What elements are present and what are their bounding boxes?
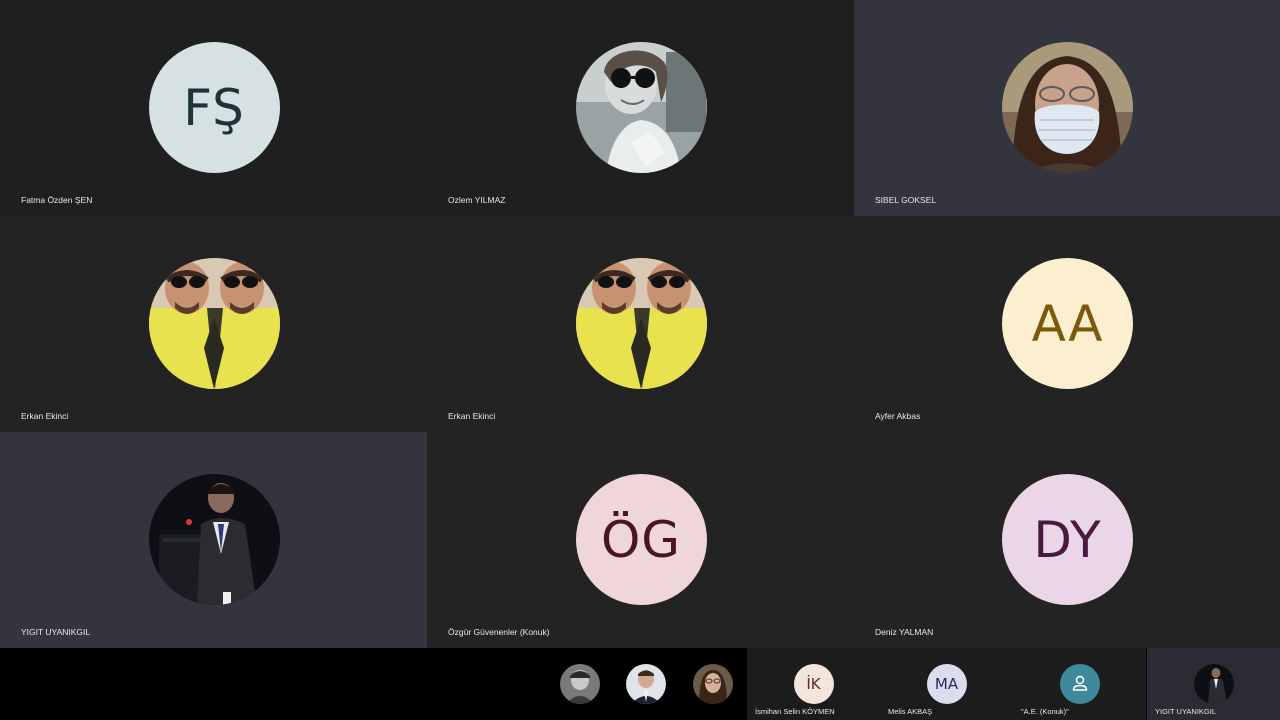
participant-tile[interactable]: FŞ Fatma Özden ŞEN xyxy=(0,0,427,216)
avatar-initials-text: ÖG xyxy=(600,510,682,569)
participant-tile[interactable]: Erkan Ekinci xyxy=(0,216,427,432)
avatar-photo xyxy=(1002,42,1133,173)
participant-name: Erkan Ekinci xyxy=(21,411,69,421)
participant-name: Erkan Ekinci xyxy=(448,411,496,421)
participant-tile-small[interactable]: "A.E. (Konuk)" xyxy=(1013,648,1146,720)
avatar-initials-text: İK xyxy=(806,675,821,693)
participant-tile[interactable]: Ozlem YILMAZ xyxy=(427,0,854,216)
participant-name: SIBEL GOKSEL xyxy=(875,195,937,205)
avatar-initials: DY xyxy=(1002,474,1133,605)
participant-tile[interactable]: YIGIT UYANIKGIL xyxy=(0,432,427,648)
avatar-initials-text: AA xyxy=(1031,294,1104,353)
avatar-photo xyxy=(148,474,280,605)
participant-tile[interactable]: AA Ayfer Akbas xyxy=(854,216,1280,432)
participant-name: İsmihan Selin KÖYMEN xyxy=(755,707,835,716)
avatar-photo xyxy=(575,258,707,389)
participant-name: "A.E. (Konuk)" xyxy=(1021,707,1069,716)
participant-tile[interactable]: ÖG Özgür Güvenenler (Konuk) xyxy=(427,432,854,648)
guest-person-icon xyxy=(1072,675,1087,691)
avatar-initials-text: FŞ xyxy=(183,78,245,137)
participant-name: YIGIT UYANIKGIL xyxy=(1155,707,1216,716)
participant-strip: İK İsmihan Selin KÖYMEN MA Melis AKBAŞ "… xyxy=(0,648,1280,720)
overflow-participant-thumb[interactable] xyxy=(626,664,666,704)
participant-name: Deniz YALMAN xyxy=(875,627,934,637)
participant-name: Fatma Özden ŞEN xyxy=(21,195,93,205)
avatar-photo xyxy=(1193,664,1234,704)
participant-name: Özgür Güvenenler (Konuk) xyxy=(448,627,550,637)
guest-avatar xyxy=(1059,664,1100,704)
participant-tile-small[interactable]: İK İsmihan Selin KÖYMEN xyxy=(747,648,880,720)
avatar-initials: FŞ xyxy=(148,42,280,173)
overflow-participant-thumb[interactable] xyxy=(560,664,600,704)
participant-tile[interactable]: Erkan Ekinci xyxy=(427,216,854,432)
participant-tile-small[interactable]: YIGIT UYANIKGIL xyxy=(1147,648,1280,720)
participant-tile-small[interactable]: MA Melis AKBAŞ xyxy=(880,648,1013,720)
avatar-initials: MA xyxy=(926,664,967,704)
participant-name: Ayfer Akbas xyxy=(875,411,921,421)
participant-tile[interactable]: SIBEL GOKSEL xyxy=(854,0,1280,216)
video-grid: FŞ Fatma Özden ŞEN Ozlem YILMAZ SIBEL GO… xyxy=(0,0,1280,648)
avatar-initials-text: DY xyxy=(1033,510,1102,569)
avatar-photo xyxy=(148,258,280,389)
participant-tile[interactable]: DY Deniz YALMAN xyxy=(854,432,1280,648)
avatar-photo xyxy=(575,42,707,173)
participant-name: Ozlem YILMAZ xyxy=(448,195,506,205)
avatar-initials-text: MA xyxy=(934,675,959,693)
participant-name: Melis AKBAŞ xyxy=(888,707,933,716)
participant-name: YIGIT UYANIKGIL xyxy=(21,627,91,637)
avatar-initials: İK xyxy=(793,664,834,704)
overflow-participant-thumb[interactable] xyxy=(693,664,733,704)
avatar-initials: ÖG xyxy=(575,474,707,605)
avatar-initials: AA xyxy=(1002,258,1133,389)
